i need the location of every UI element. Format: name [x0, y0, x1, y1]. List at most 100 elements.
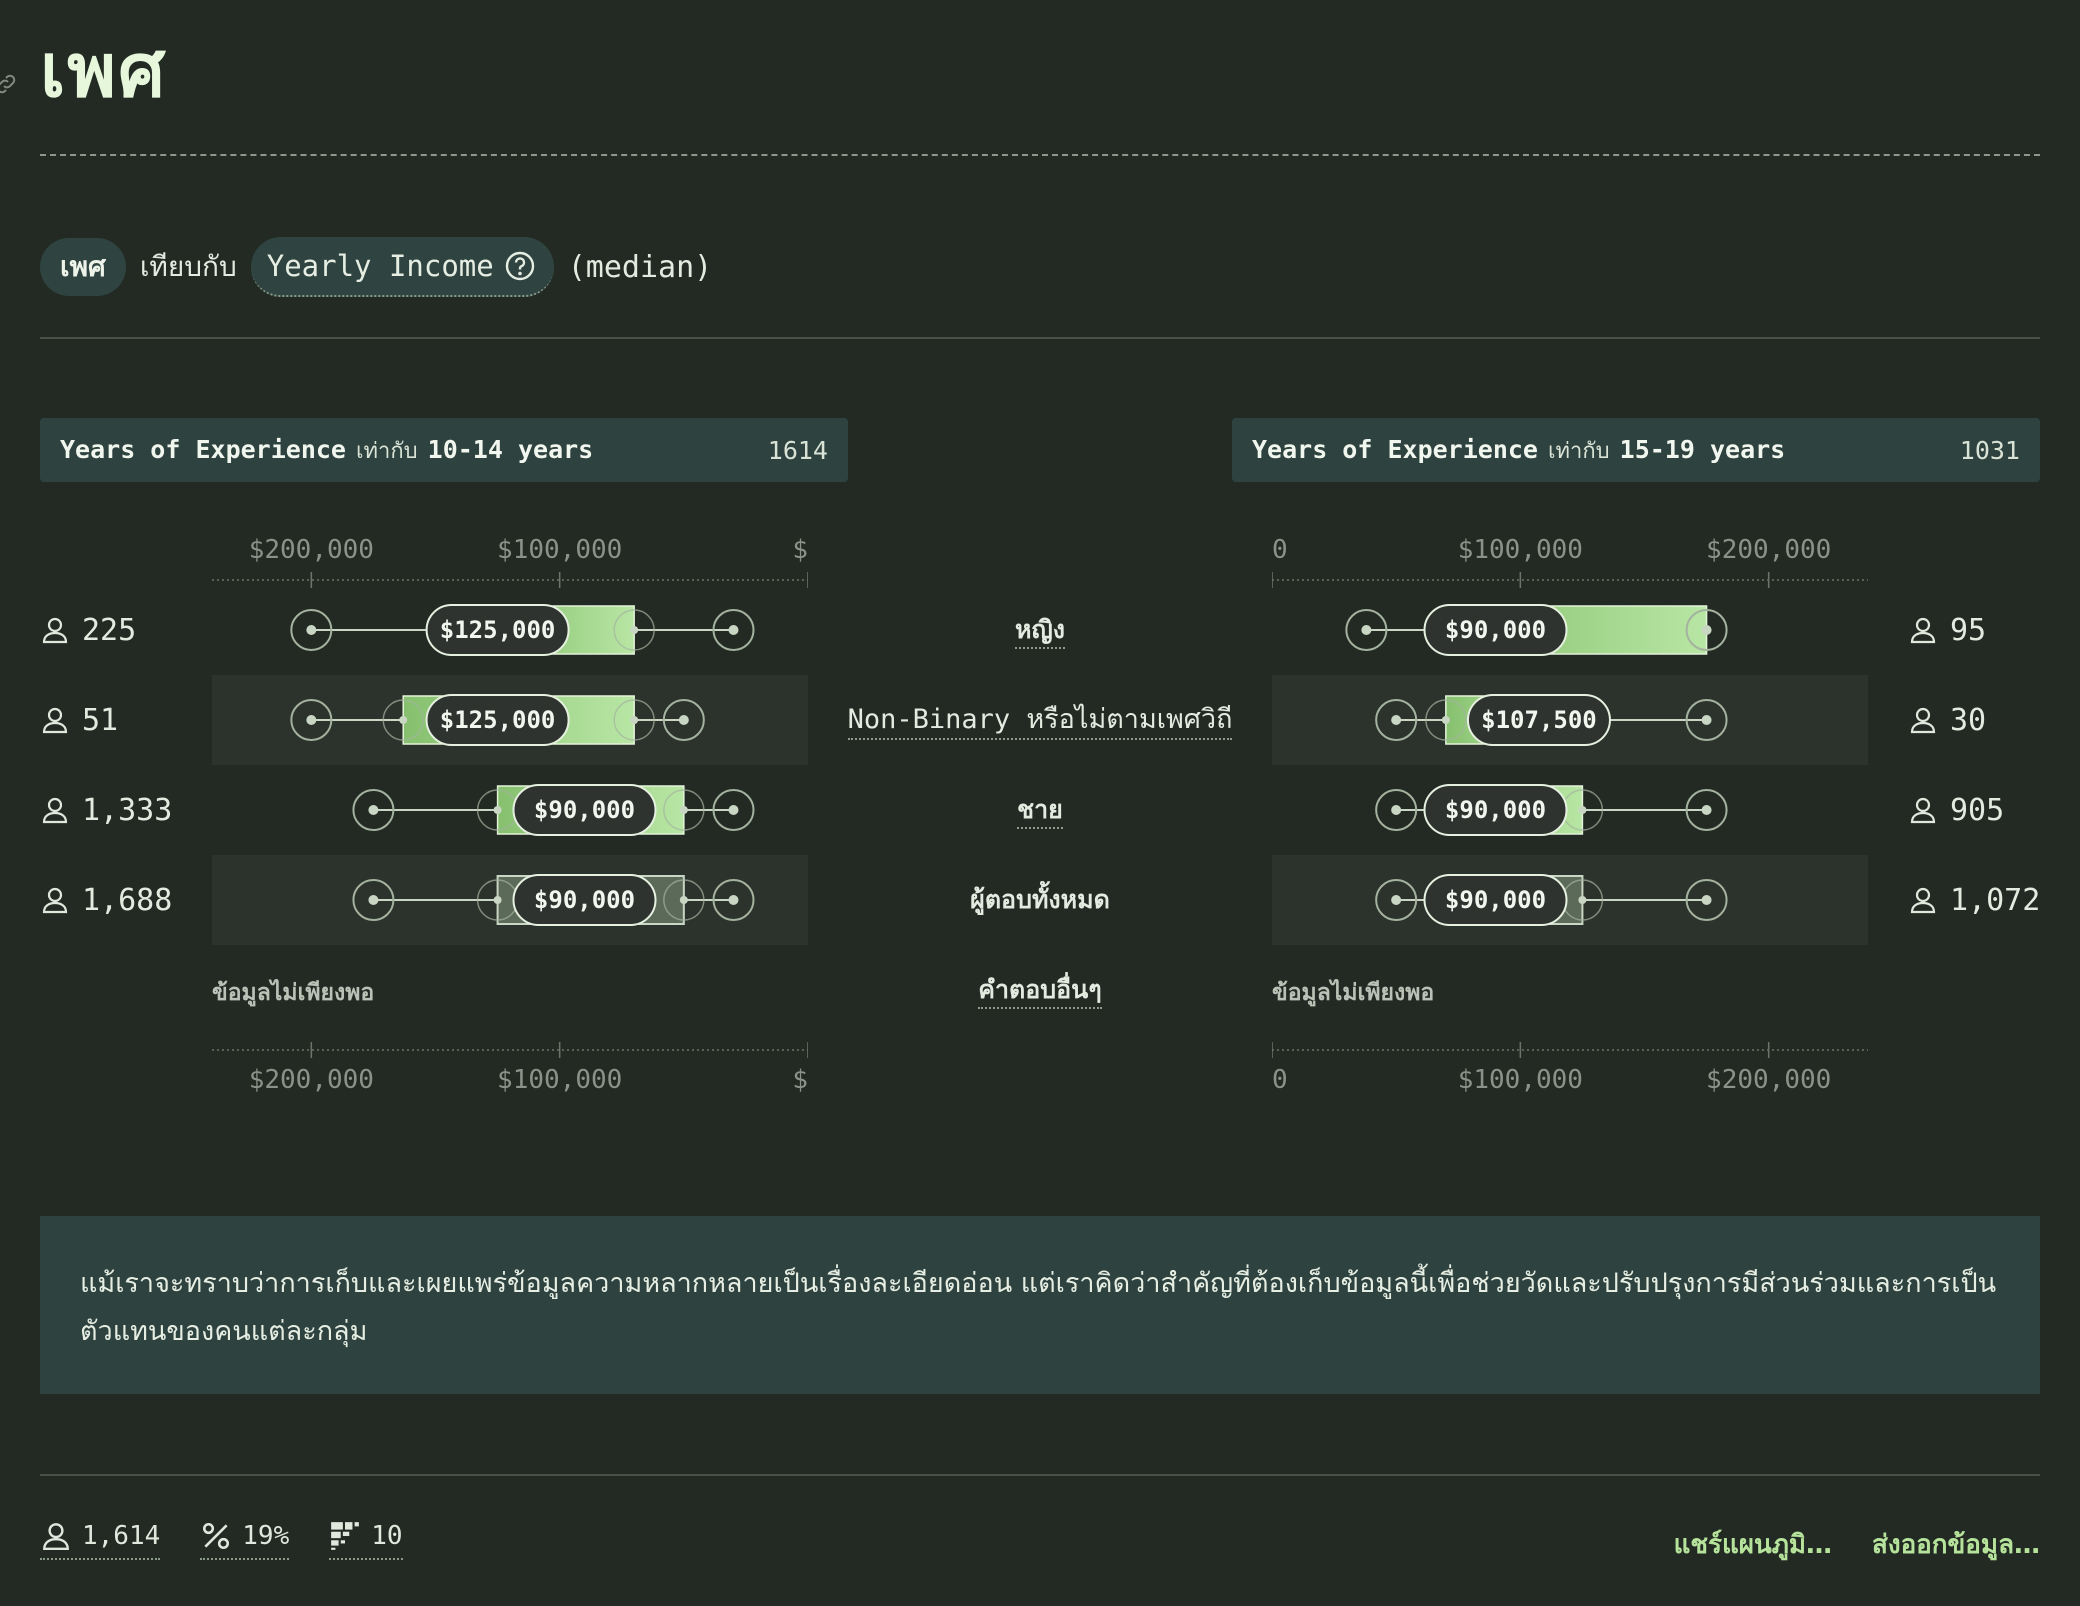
category-label-1[interactable]: Non-Binary หรือไม่ตามเพศวิถี — [830, 700, 1250, 740]
facet-variable: Years of Experience — [60, 434, 346, 464]
tick-label: $200,000 — [1706, 1065, 1831, 1095]
facet-total: 1031 — [1959, 435, 2020, 465]
quartile-dot — [679, 806, 688, 814]
footer-divider — [40, 1474, 2040, 1476]
percentile-dot — [728, 895, 739, 905]
variable-label: Yearly Income — [266, 249, 494, 283]
person-icon — [1910, 707, 1936, 734]
quartile-dot — [1702, 626, 1711, 634]
boxplot-chart-left: $200,000 $100,000 $0 $200,000 $100,000 $0 $125… — [212, 535, 808, 1095]
boxplot-chart-right: $0 $100,000 $200,000 $0 $100,000 $200,000 $90,… — [1272, 535, 1868, 1095]
category-label-2[interactable]: ชาย — [830, 790, 1250, 830]
percentile-dot — [1701, 715, 1712, 725]
category-label-3: ผู้ตอบทั้งหมด — [970, 885, 1110, 914]
percentile-dot — [368, 895, 379, 905]
buckets-stat[interactable]: 10 — [329, 1520, 403, 1560]
tick-label: $200,000 — [249, 1065, 374, 1095]
category-label-other[interactable]: คำตอบอื่นๆ — [830, 970, 1250, 1010]
count-right-0: 95 — [1908, 610, 1986, 650]
count-right-1: 30 — [1908, 700, 1986, 740]
median-label: $90,000 — [1445, 886, 1546, 914]
count-right-3: 1,072 — [1908, 880, 2040, 920]
median-label: $90,000 — [534, 796, 635, 824]
percent-icon — [203, 1522, 230, 1550]
tick-label: $200,000 — [249, 535, 374, 565]
person-icon — [42, 797, 68, 824]
median-label: $125,000 — [440, 706, 556, 734]
respondents-stat[interactable]: 1,614 — [40, 1520, 161, 1560]
quartile-dot — [630, 716, 639, 724]
vs-label: เทียบกับ — [139, 250, 237, 283]
facet-operator: เท่ากับ — [1547, 438, 1610, 464]
diversity-note: แม้เราจะทราบว่าการเก็บและเผยแพร่ข้อมูลคว… — [40, 1216, 2040, 1394]
facet-header-left: Years of Experience เท่ากับ 10-14 years 16… — [40, 418, 848, 482]
median-label: $90,000 — [534, 886, 635, 914]
chart-selector: เพศ เทียบกับ Yearly Income (median) — [40, 237, 713, 297]
selector-divider — [40, 337, 2040, 339]
count-left-0: 225 — [40, 610, 136, 650]
quartile-dot — [493, 896, 502, 904]
facet-header-right: Years of Experience เท่ากับ 15-19 years 10… — [1232, 418, 2040, 482]
person-icon — [1910, 887, 1936, 914]
person-icon — [42, 617, 68, 644]
footer-links: แชร์แผนภูมิ… ส่งออกข้อมูล… — [1674, 1524, 2040, 1565]
quartile-dot — [399, 716, 408, 724]
tick-label: $0 — [1272, 1065, 1288, 1095]
quartile-dot — [1578, 896, 1587, 904]
tick-label: $0 — [792, 535, 808, 565]
median-label: $125,000 — [440, 616, 556, 644]
percentile-dot — [368, 805, 379, 815]
facet-value: 10-14 years — [427, 434, 594, 464]
quartile-dot — [630, 626, 639, 634]
percentile-dot — [1391, 805, 1402, 815]
percentile-dot — [1391, 715, 1402, 725]
person-icon — [42, 887, 68, 914]
median-label: $90,000 — [1445, 796, 1546, 824]
tick-label: $0 — [1272, 535, 1288, 565]
facet-total: 1614 — [767, 435, 828, 465]
person-icon — [43, 1523, 69, 1550]
quartile-dot — [1441, 716, 1450, 724]
count-left-2: 1,333 — [40, 790, 172, 830]
percentile-dot — [728, 805, 739, 815]
person-icon — [1910, 617, 1936, 644]
variable-pill[interactable]: Yearly Income — [250, 237, 554, 297]
quartile-dot — [679, 896, 688, 904]
tick-label: $100,000 — [1458, 1065, 1583, 1095]
share-chart-link[interactable]: แชร์แผนภูมิ… — [1674, 1524, 1832, 1565]
person-icon — [42, 707, 68, 734]
export-data-link[interactable]: ส่งออกข้อมูล… — [1872, 1524, 2040, 1565]
median-label: $107,500 — [1481, 706, 1597, 734]
percentile-dot — [728, 625, 739, 635]
count-left-1: 51 — [40, 700, 118, 740]
person-icon — [1910, 797, 1936, 824]
quartile-dot — [493, 806, 502, 814]
group-pill[interactable]: เพศ — [40, 238, 126, 296]
tick-label: $0 — [792, 1065, 808, 1095]
page-title: เพศ — [40, 28, 168, 114]
facet-operator: เท่ากับ — [355, 438, 418, 464]
percentile-dot — [1701, 805, 1712, 815]
percent-stat[interactable]: 19% — [200, 1520, 290, 1560]
stat-label: (median) — [567, 249, 713, 285]
tick-label: $100,000 — [497, 535, 622, 565]
tick-label: $100,000 — [1458, 535, 1583, 565]
facet-value: 15-19 years — [1619, 434, 1786, 464]
tick-label: $100,000 — [497, 1065, 622, 1095]
percentile-dot — [306, 715, 317, 725]
category-label-0[interactable]: หญิง — [830, 610, 1250, 650]
grid-icon — [331, 1522, 360, 1550]
footer-stats: 1,614 19% 10 — [40, 1520, 403, 1560]
percentile-dot — [306, 625, 317, 635]
count-left-3: 1,688 — [40, 880, 172, 920]
link-icon[interactable] — [0, 72, 18, 96]
count-right-2: 905 — [1908, 790, 2004, 830]
title-divider — [40, 154, 2040, 156]
percentile-dot — [1391, 895, 1402, 905]
tick-label: $200,000 — [1706, 535, 1831, 565]
facet-variable: Years of Experience — [1252, 434, 1538, 464]
percentile-dot — [1701, 895, 1712, 905]
percentile-dot — [1361, 625, 1372, 635]
help-icon[interactable] — [504, 250, 536, 282]
percentile-dot — [678, 715, 689, 725]
